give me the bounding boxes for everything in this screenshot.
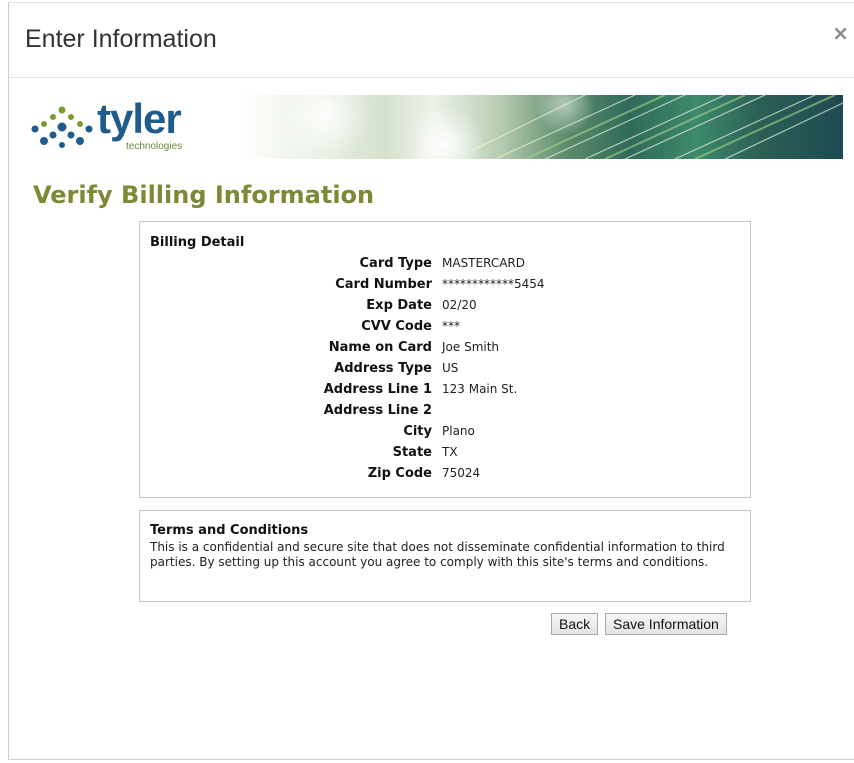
billing-detail-panel: Billing Detail Card Type MASTERCARD Card… — [139, 221, 751, 498]
field-label: Address Type — [334, 361, 432, 376]
field-address-line-2: Address Line 2 — [140, 403, 750, 423]
field-zip-code: Zip Code 75024 — [140, 466, 750, 486]
field-value: TX — [442, 445, 458, 459]
field-label: City — [403, 424, 432, 439]
terms-title: Terms and Conditions — [150, 523, 309, 538]
field-label: Card Type — [359, 256, 432, 271]
field-value: 123 Main St. — [442, 382, 518, 396]
logo-tagline: technologies — [126, 141, 183, 152]
field-address-line-1: Address Line 1 123 Main St. — [140, 382, 750, 402]
field-label: Zip Code — [367, 466, 432, 481]
field-label: Exp Date — [366, 298, 432, 313]
page-heading: Verify Billing Information — [33, 181, 375, 209]
field-state: State TX — [140, 445, 750, 465]
dialog-header: Enter Information × — [9, 3, 854, 78]
dialog-title: Enter Information — [25, 25, 217, 53]
logo-wordmark: tyler — [97, 95, 182, 142]
field-label: Name on Card — [328, 340, 432, 355]
field-city: City Plano — [140, 424, 750, 444]
field-value: Joe Smith — [442, 340, 500, 354]
field-label: State — [392, 445, 432, 460]
billing-detail-title: Billing Detail — [150, 235, 245, 250]
field-value: ************5454 — [442, 277, 545, 291]
field-card-type: Card Type MASTERCARD — [140, 256, 750, 276]
field-card-number: Card Number ************5454 — [140, 277, 750, 297]
field-label: CVV Code — [361, 319, 432, 334]
terms-text: This is a confidential and secure site t… — [150, 540, 725, 569]
tyler-logo-dots-icon — [31, 106, 93, 148]
field-value: 02/20 — [442, 298, 477, 312]
field-label: Address Line 2 — [323, 403, 432, 418]
enter-information-dialog: Enter Information × tyler technologies V… — [8, 2, 854, 760]
field-value: 75024 — [442, 466, 481, 480]
field-address-type: Address Type US — [140, 361, 750, 381]
field-cvv-code: CVV Code *** — [140, 319, 750, 339]
tyler-banner: tyler technologies — [25, 95, 843, 159]
field-exp-date: Exp Date 02/20 — [140, 298, 750, 318]
terms-and-conditions-panel: Terms and Conditions This is a confident… — [139, 510, 751, 602]
field-label: Address Line 1 — [323, 382, 432, 397]
field-name-on-card: Name on Card Joe Smith — [140, 340, 750, 360]
field-value: *** — [442, 319, 460, 333]
save-information-button[interactable]: Save Information — [605, 613, 727, 635]
field-label: Card Number — [335, 277, 432, 292]
field-value: MASTERCARD — [442, 256, 525, 270]
field-value: US — [442, 361, 459, 375]
field-value: Plano — [442, 424, 475, 438]
close-icon[interactable]: × — [832, 23, 849, 43]
back-button[interactable]: Back — [551, 613, 599, 635]
